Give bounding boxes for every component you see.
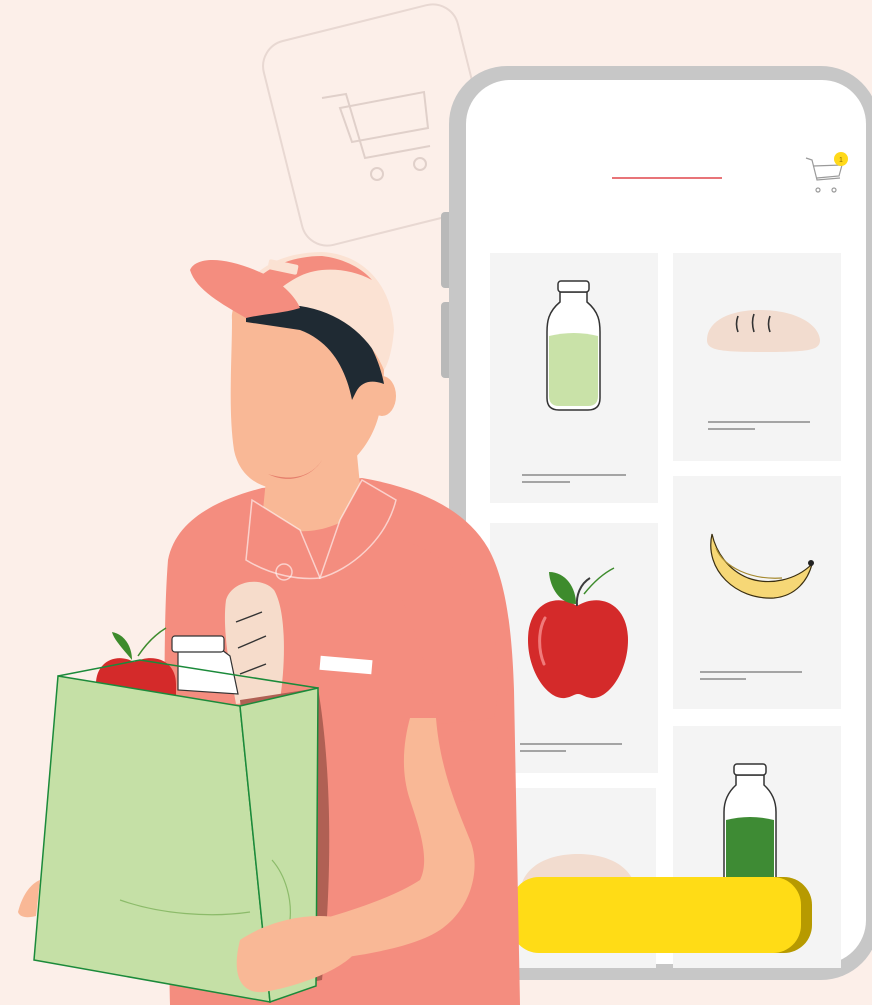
product-card-milk[interactable]	[490, 253, 658, 503]
product-card-bread[interactable]	[673, 253, 841, 461]
left-hand	[18, 880, 40, 918]
add-to-cart-button[interactable]	[511, 877, 812, 953]
product-card-banana[interactable]	[673, 476, 841, 709]
cart-badge-count: 1	[839, 157, 843, 164]
delivery-illustration: 1	[18, 3, 872, 1005]
background-cart-icon	[321, 90, 431, 181]
product-card-apple[interactable]	[490, 523, 658, 773]
